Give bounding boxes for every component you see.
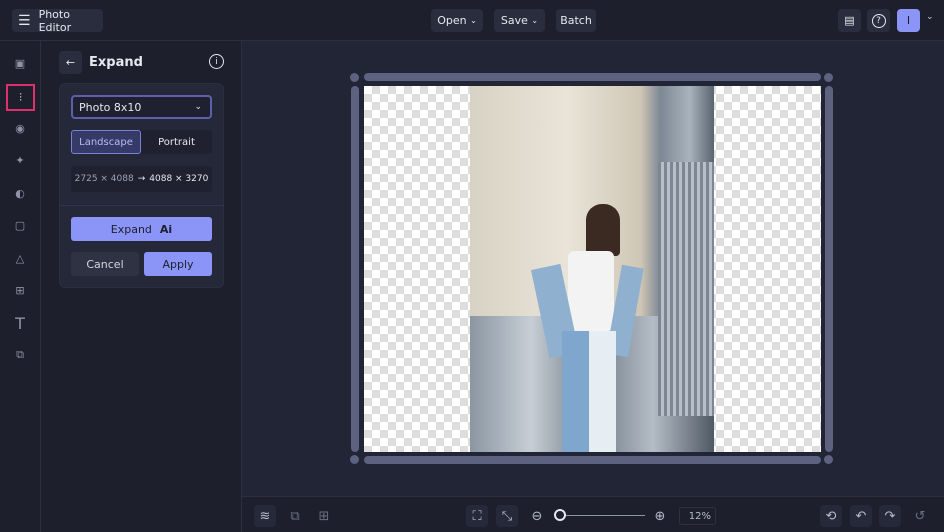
tool-rail: ▣ ⫶ ◉ ✦ ◐ ▢ △ ⊞ T ⧉ <box>0 41 41 532</box>
chevron-down-icon: ⌄ <box>531 16 539 25</box>
corner-handle[interactable] <box>824 455 833 464</box>
shapes-icon[interactable]: △ <box>8 246 32 270</box>
back-button[interactable]: ← <box>59 51 82 74</box>
layers-icon[interactable]: ≋ <box>254 505 276 527</box>
chevron-down-icon: ⌄ <box>194 102 202 112</box>
zoom-in-icon[interactable]: ⊕ <box>649 505 671 527</box>
arrow-left-icon: ← <box>65 56 76 69</box>
expand-panel: ← Expand i Photo 8x10 ⌄ Landscape Portrai… <box>41 41 242 532</box>
size-readout: 2725 × 4088 → 4088 × 3270 <box>71 166 212 192</box>
zoom-slider[interactable] <box>554 509 645 521</box>
text-icon[interactable]: T <box>8 311 32 335</box>
left-resize-handle[interactable] <box>351 86 359 452</box>
history-icon[interactable]: ↺ <box>909 505 931 527</box>
undo-icon[interactable]: ↶ <box>850 505 872 527</box>
chat-icon: ▤ <box>844 14 855 27</box>
corner-handle[interactable] <box>350 455 359 464</box>
help-icon: ? <box>871 13 886 28</box>
fit-screen-icon[interactable]: ⛶ <box>466 505 488 527</box>
ai-badge: Ai <box>159 222 173 236</box>
corner-handle[interactable] <box>350 73 359 82</box>
app-menu-button[interactable]: ☰ Photo Editor <box>12 7 103 34</box>
hamburger-icon: ☰ <box>18 12 31 29</box>
grid-icon[interactable]: ⊞ <box>313 505 335 527</box>
effects-icon[interactable]: ✦ <box>8 148 32 172</box>
frame-icon[interactable]: ▢ <box>8 213 32 237</box>
avatar[interactable]: I <box>897 9 920 32</box>
batch-button[interactable]: Batch <box>556 9 596 32</box>
expand-ai-button[interactable]: Expand Ai <box>71 217 212 241</box>
corner-handle[interactable] <box>824 73 833 82</box>
reset-icon[interactable]: ⟲ <box>820 505 842 527</box>
zoom-value[interactable]: 12% <box>679 507 716 525</box>
top-bar: ☰ Photo Editor Open ⌄ Save ⌄ Batch ▤ ? I… <box>0 0 944 41</box>
landscape-option[interactable]: Landscape <box>71 130 141 154</box>
top-resize-handle[interactable] <box>364 73 821 81</box>
apply-button[interactable]: Apply <box>144 252 212 276</box>
layers-icon[interactable]: ⧉ <box>8 343 32 367</box>
bottom-toolbar: ≋ ⧉ ⊞ ⛶ ⤡ ⊖ ⊕ 12% ⟲ ↶ ↷ ↺ <box>242 496 944 532</box>
image-icon[interactable]: ▣ <box>8 51 32 75</box>
bottom-resize-handle[interactable] <box>364 456 821 464</box>
chevron-down-icon[interactable]: ⌄ <box>926 12 934 22</box>
panel-title: Expand <box>89 55 143 70</box>
save-button[interactable]: Save ⌄ <box>494 9 545 32</box>
eye-icon[interactable]: ◉ <box>8 116 32 140</box>
redo-icon[interactable]: ↷ <box>879 505 901 527</box>
chevron-down-icon: ⌄ <box>470 16 477 25</box>
palette-icon[interactable]: ◐ <box>8 181 32 205</box>
duplicate-icon[interactable]: ⧉ <box>284 505 306 527</box>
preset-select[interactable]: Photo 8x10 ⌄ <box>71 95 212 119</box>
divider <box>60 205 223 206</box>
expand-card: Photo 8x10 ⌄ Landscape Portrait 2725 × 40… <box>59 83 224 288</box>
comments-button[interactable]: ▤ <box>838 9 861 32</box>
shrink-icon[interactable]: ⤡ <box>496 505 518 527</box>
photo <box>470 86 714 452</box>
portrait-option[interactable]: Portrait <box>141 130 212 154</box>
help-button[interactable]: ? <box>867 9 890 32</box>
cancel-button[interactable]: Cancel <box>71 252 139 276</box>
info-icon[interactable]: i <box>209 54 224 69</box>
zoom-out-icon[interactable]: ⊖ <box>526 505 548 527</box>
adjust-icon[interactable]: ⫶ <box>6 84 35 111</box>
zoom-slider-handle[interactable] <box>554 509 566 521</box>
open-button[interactable]: Open ⌄ <box>431 9 483 32</box>
texture-icon[interactable]: ⊞ <box>8 278 32 302</box>
orientation-toggle: Landscape Portrait <box>71 130 212 154</box>
app-title: Photo Editor <box>38 7 72 34</box>
right-resize-handle[interactable] <box>825 86 833 452</box>
